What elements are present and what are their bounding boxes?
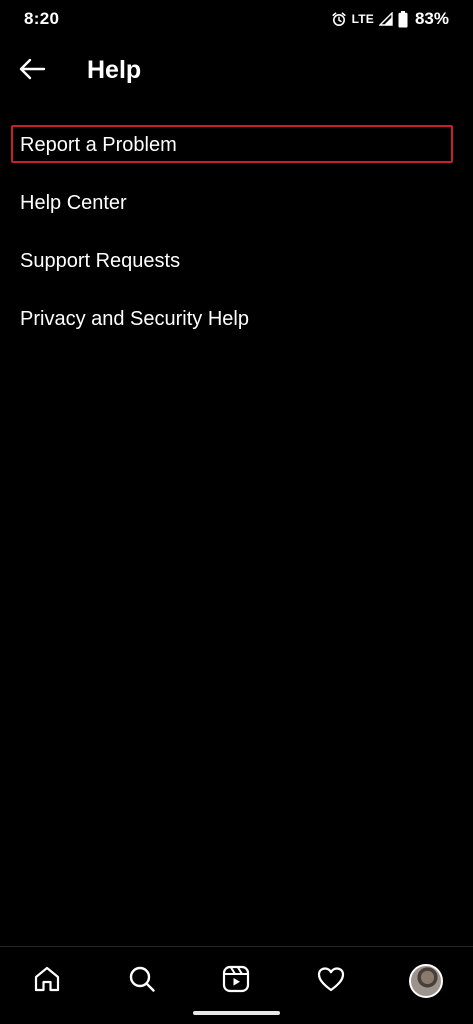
back-button[interactable] (14, 54, 50, 88)
nav-reels-button[interactable] (216, 961, 256, 1001)
header: Help (0, 46, 473, 96)
heart-icon (316, 964, 346, 999)
network-type: LTE (351, 12, 374, 26)
menu-item-label: Help Center (20, 191, 127, 214)
nav-activity-button[interactable] (311, 961, 351, 1001)
help-menu: Report a Problem Help Center Support Req… (0, 117, 473, 349)
menu-item-privacy-and-security-help[interactable]: Privacy and Security Help (0, 291, 473, 349)
status-icons: LTE 83% (331, 8, 449, 30)
nav-profile-button[interactable] (406, 961, 446, 1001)
status-bar: 8:20 LTE 83% (0, 0, 473, 40)
search-icon (127, 964, 157, 999)
menu-item-help-center[interactable]: Help Center (0, 175, 473, 233)
avatar (409, 964, 443, 998)
battery-percentage: 83% (414, 9, 449, 28)
home-icon (32, 964, 62, 999)
reels-icon (221, 964, 251, 999)
menu-item-label: Support Requests (20, 249, 181, 272)
home-indicator (193, 1011, 280, 1015)
menu-item-label: Privacy and Security Help (20, 307, 249, 330)
menu-item-support-requests[interactable]: Support Requests (0, 233, 473, 291)
alarm-icon (331, 11, 347, 27)
status-time: 8:20 (24, 9, 60, 28)
nav-home-button[interactable] (27, 961, 67, 1001)
menu-item-report-a-problem[interactable]: Report a Problem (0, 117, 473, 175)
menu-item-label: Report a Problem (20, 133, 177, 156)
battery-icon (398, 10, 408, 28)
arrow-left-icon (18, 58, 46, 85)
signal-icon (378, 12, 393, 26)
nav-search-button[interactable] (122, 961, 162, 1001)
page-title: Help (87, 56, 142, 84)
